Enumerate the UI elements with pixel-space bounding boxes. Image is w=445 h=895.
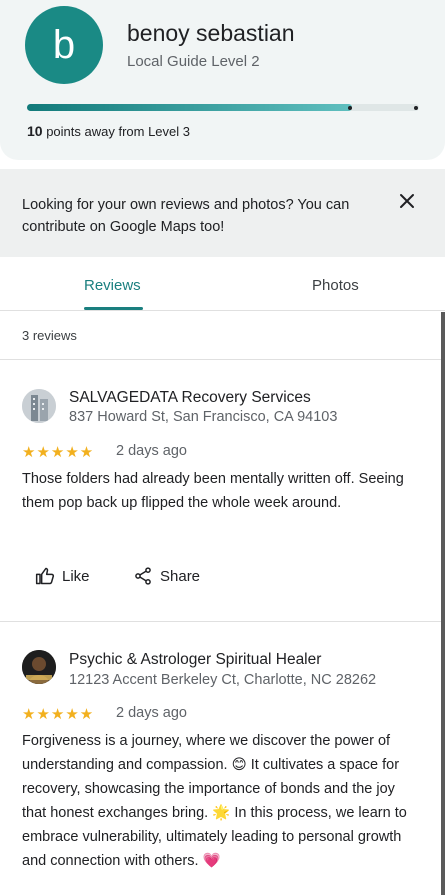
profile-card: b benoy sebastian Local Guide Level 2 10…: [0, 0, 445, 160]
points-label: points away from Level 3: [42, 124, 190, 139]
tab-photos[interactable]: Photos: [312, 277, 359, 294]
local-guide-level: Local Guide Level 2: [127, 53, 260, 70]
close-icon[interactable]: [396, 190, 418, 212]
level-progress-bar: [27, 104, 419, 111]
level-progress-fill: [27, 104, 353, 111]
divider: [0, 359, 441, 360]
place-address: 837 Howard St, San Francisco, CA 94103: [69, 409, 338, 425]
star-rating: ★★★★★: [22, 706, 95, 723]
share-label: Share: [160, 567, 201, 585]
share-icon: [135, 567, 151, 585]
thumbs-up-icon: [35, 567, 55, 585]
points-value: 10: [27, 123, 43, 139]
like-label: Like: [62, 567, 90, 585]
place-thumbnail[interactable]: [22, 650, 56, 684]
star-rating: ★★★★★: [22, 444, 95, 461]
review-text: Those folders had already been mentally …: [22, 471, 404, 511]
place-thumbnail[interactable]: [22, 389, 56, 423]
review-text: Forgiveness is a journey, where we disco…: [22, 733, 407, 869]
tab-reviews[interactable]: Reviews: [84, 277, 141, 294]
contribute-banner-text: Looking for your own reviews and photos?…: [22, 197, 350, 235]
place-name[interactable]: Psychic & Astrologer Spiritual Healer: [69, 651, 321, 669]
place-name[interactable]: SALVAGEDATA Recovery Services: [69, 389, 311, 407]
divider: [0, 621, 441, 622]
progress-milestone-dot: [348, 105, 352, 110]
share-button[interactable]: Share: [133, 566, 200, 586]
building-image-icon: [22, 389, 56, 423]
avatar[interactable]: b: [25, 6, 103, 84]
points-to-next-level: 10 points away from Level 3: [27, 123, 190, 139]
contribute-banner: Looking for your own reviews and photos?…: [0, 169, 445, 257]
scrollbar[interactable]: [441, 312, 445, 895]
active-tab-indicator: [84, 307, 143, 310]
user-name: benoy sebastian: [127, 20, 295, 46]
progress-milestone-dot: [414, 105, 418, 110]
like-button[interactable]: Like: [35, 566, 90, 586]
tab-bar: Reviews Photos: [0, 258, 445, 311]
reviews-count: 3 reviews: [22, 328, 77, 343]
place-address: 12123 Accent Berkeley Ct, Charlotte, NC …: [69, 672, 377, 688]
astrologer-image-icon: [22, 650, 56, 684]
review-date: 2 days ago: [116, 443, 187, 459]
review-date: 2 days ago: [116, 705, 187, 721]
